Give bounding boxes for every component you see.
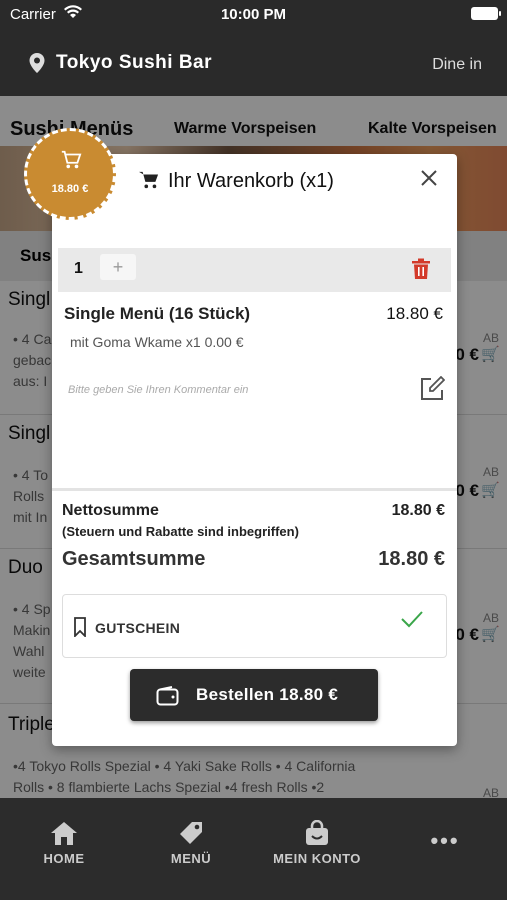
modal-title: Ihr Warenkorb (x1) xyxy=(168,170,334,192)
tab-menu[interactable]: MENÜ xyxy=(131,820,251,868)
cart-badge[interactable]: 18.80 € xyxy=(24,128,116,220)
edit-icon[interactable] xyxy=(419,375,446,407)
more-options-icon[interactable]: ••• xyxy=(420,828,470,854)
app-header: Tokyo Sushi Bar Dine in xyxy=(0,30,507,96)
trash-icon[interactable] xyxy=(411,258,431,285)
checkmark-icon xyxy=(400,609,424,634)
tab-home[interactable]: HOME xyxy=(4,820,124,868)
restaurant-name[interactable]: Tokyo Sushi Bar xyxy=(56,52,212,74)
tax-note: (Steuern und Rabatte sind inbegriffen) xyxy=(62,524,299,539)
voucher-field[interactable]: GUTSCHEIN xyxy=(62,594,447,658)
battery-icon xyxy=(471,7,501,20)
status-bar: Carrier 10:00 PM xyxy=(0,0,507,30)
clock: 10:00 PM xyxy=(220,6,287,23)
order-button[interactable]: Bestellen 18.80 € xyxy=(130,669,378,721)
bookmark-icon xyxy=(73,617,87,642)
bottom-tab-bar: HOME MENÜ MEIN KONTO ••• xyxy=(0,798,507,900)
cart-modal: Ihr Warenkorb (x1) 1 + Single Menü (16 S… xyxy=(52,154,457,746)
dine-mode-toggle[interactable]: Dine in xyxy=(432,56,482,74)
cart-icon xyxy=(138,170,160,195)
voucher-label: GUTSCHEIN xyxy=(95,620,181,636)
tab-account[interactable]: MEIN KONTO xyxy=(257,820,377,868)
cart-total-badge: 18.80 € xyxy=(51,183,89,195)
location-pin-icon xyxy=(28,52,46,79)
cart-item-price: 18.80 € xyxy=(386,304,443,323)
wallet-icon xyxy=(156,686,180,711)
divider xyxy=(52,488,457,491)
tab-account-label: MEIN KONTO xyxy=(273,851,361,866)
net-total-value: 18.80 € xyxy=(391,502,445,519)
increase-quantity-button[interactable]: + xyxy=(100,254,136,280)
cart-item-name: Single Menü (16 Stück) xyxy=(64,304,251,323)
tag-icon xyxy=(180,822,202,844)
net-total-label: Nettosumme xyxy=(62,502,159,519)
tab-home-label: HOME xyxy=(43,851,85,866)
order-button-label: Bestellen 18.80 € xyxy=(196,685,339,704)
cart-icon xyxy=(61,150,82,169)
grand-total-label: Gesamtsumme xyxy=(62,548,206,570)
home-icon xyxy=(51,822,77,845)
close-icon[interactable] xyxy=(417,166,441,190)
shopping-bag-icon xyxy=(306,820,328,845)
tab-menu-label: MENÜ xyxy=(170,851,212,866)
quantity-value: 1 xyxy=(74,260,83,277)
comment-input[interactable] xyxy=(68,380,408,400)
cart-item-option: mit Goma Wkame x1 0.00 € xyxy=(70,334,244,350)
grand-total-value: 18.80 € xyxy=(378,548,445,570)
quantity-row: 1 + xyxy=(58,248,451,292)
